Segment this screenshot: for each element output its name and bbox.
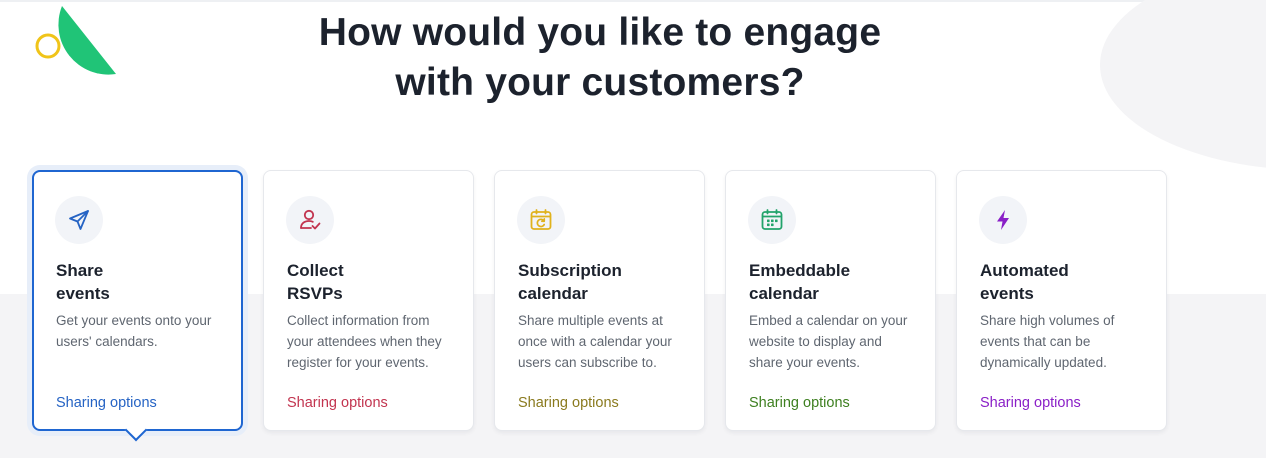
calendar-grid-icon [761, 209, 783, 230]
card-title-line-2: events [980, 284, 1034, 303]
card-icon-badge [55, 196, 103, 244]
page: How would you like to engage with your c… [0, 0, 1266, 458]
background-shape [1100, 0, 1266, 170]
card-icon-badge [517, 196, 565, 244]
page-title-line-2: with your customers? [395, 61, 805, 104]
card-description: Get your events onto your users' calenda… [56, 313, 212, 349]
sharing-options-link[interactable]: Sharing options [287, 393, 388, 413]
card-title-line-1: Subscription [518, 261, 622, 280]
card-share-events[interactable]: Share events Get your events onto your u… [32, 170, 243, 442]
send-icon [69, 210, 89, 230]
card-title-line-2: events [56, 284, 110, 303]
sharing-options-link[interactable]: Sharing options [56, 393, 157, 413]
sharing-options-link[interactable]: Sharing options [518, 393, 619, 413]
page-title: How would you like to engage with your c… [250, 8, 950, 108]
user-check-icon [300, 209, 321, 230]
card-title: Collect RSVPs [287, 259, 457, 305]
card-automated-events[interactable]: Automated events Share high volumes of e… [956, 170, 1167, 431]
brand-logo-icon [35, 6, 116, 75]
card-title: Embeddable calendar [749, 259, 919, 305]
card-title: Share events [56, 259, 226, 305]
card-title-line-1: Automated [980, 261, 1069, 280]
card-title-line-1: Embeddable [749, 261, 851, 280]
card-description: Share high volumes of events that can be… [980, 313, 1115, 370]
card-title-line-2: RSVPs [287, 284, 343, 303]
card-icon-badge [979, 196, 1027, 244]
top-divider [0, 0, 1266, 2]
card-icon-badge [286, 196, 334, 244]
card-embeddable-calendar[interactable]: Embeddable calendar Embed a calendar on … [725, 170, 936, 431]
card-icon-badge [748, 196, 796, 244]
page-title-line-1: How would you like to engage [318, 11, 882, 54]
calendar-refresh-icon [530, 209, 552, 230]
card-description: Embed a calendar on your website to disp… [749, 313, 908, 370]
card-subscription-calendar[interactable]: Subscription calendar Share multiple eve… [494, 170, 705, 431]
card-title-line-1: Collect [287, 261, 344, 280]
card-title-line-2: calendar [518, 284, 588, 303]
card-title: Subscription calendar [518, 259, 688, 305]
card-collect-rsvps[interactable]: Collect RSVPs Collect information from y… [263, 170, 474, 431]
lightning-icon [997, 210, 1009, 230]
card-title-line-1: Share [56, 261, 104, 280]
sharing-options-link[interactable]: Sharing options [980, 393, 1081, 413]
sharing-options-link[interactable]: Sharing options [749, 393, 850, 413]
card-title-line-2: calendar [749, 284, 819, 303]
card-title: Automated events [980, 259, 1150, 305]
card-description: Collect information from your attendees … [287, 313, 442, 370]
card-description: Share multiple events at once with a cal… [518, 313, 672, 370]
